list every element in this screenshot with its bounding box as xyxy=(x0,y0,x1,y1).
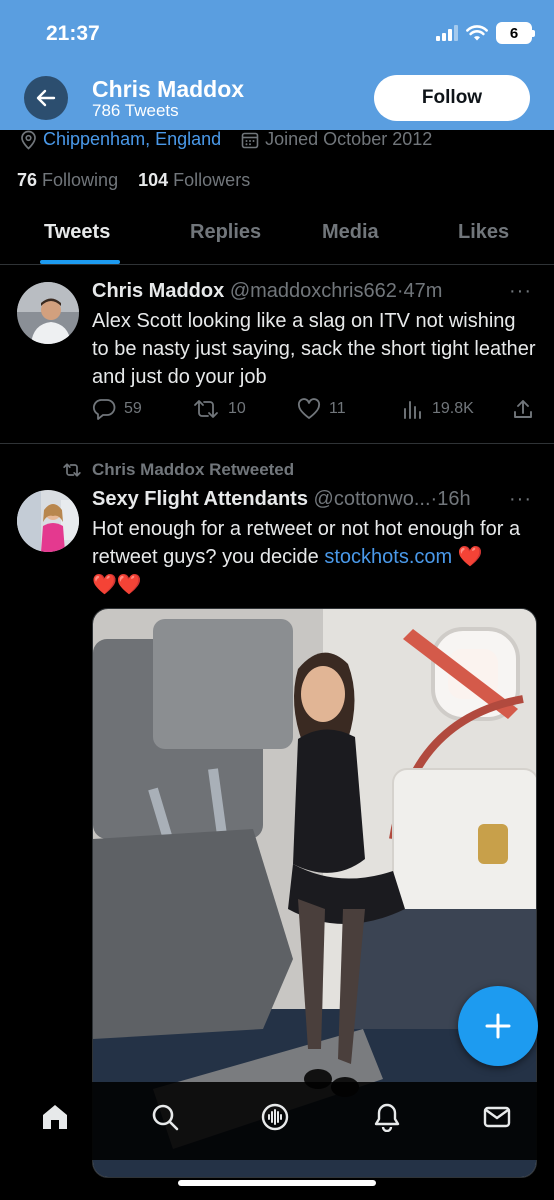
messages-icon xyxy=(483,1106,511,1128)
tweet-author-name[interactable]: Chris Maddox xyxy=(92,280,224,302)
reply-icon xyxy=(92,399,116,420)
follow-button[interactable]: Follow xyxy=(374,75,530,121)
tab-media[interactable]: Media xyxy=(322,221,379,244)
notifications-icon xyxy=(374,1103,400,1132)
tab-tweets[interactable]: Tweets xyxy=(44,221,110,244)
tweet-text-body: Hot enough for a retweet or not hot enou… xyxy=(92,518,521,568)
like-button[interactable]: 11 xyxy=(297,398,346,420)
like-count: 11 xyxy=(329,400,346,417)
home-indicator xyxy=(178,1180,376,1186)
heart-emoji: ❤️❤️ xyxy=(92,574,142,596)
tweet-header: Chris Maddox @maddoxchris662·47m xyxy=(92,280,443,302)
bottom-navigation xyxy=(0,1082,554,1160)
followers-count: 104 xyxy=(138,170,169,190)
nav-search[interactable] xyxy=(148,1100,182,1134)
retweeted-by[interactable]: Chris Maddox Retweeted xyxy=(92,460,294,480)
signal-icon xyxy=(436,25,458,41)
like-icon xyxy=(297,398,321,419)
views-icon xyxy=(404,401,421,419)
tweet-divider xyxy=(0,443,554,444)
search-icon xyxy=(152,1104,179,1131)
reply-count: 59 xyxy=(124,400,142,417)
active-tab-indicator xyxy=(40,260,120,264)
back-arrow-icon xyxy=(36,89,56,107)
tweet-text: Alex Scott looking like a slag on ITV no… xyxy=(92,310,536,388)
following-count: 76 xyxy=(17,170,38,190)
tweet-author-handle[interactable]: @cottonwo... xyxy=(314,488,431,510)
calendar-icon xyxy=(241,132,259,148)
followers-label: Followers xyxy=(173,170,251,190)
location-pin-icon xyxy=(21,130,36,150)
status-icons: 6 xyxy=(436,22,535,44)
retweet-count: 10 xyxy=(228,400,246,417)
profile-name: Chris Maddox xyxy=(92,76,245,102)
more-icon[interactable]: ··· xyxy=(509,280,532,303)
tweet-text: Hot enough for a retweet or not hot enou… xyxy=(92,515,537,599)
more-icon[interactable]: ··· xyxy=(509,488,532,511)
status-time: 21:37 xyxy=(46,22,100,45)
tweet-time: 47m xyxy=(403,280,443,302)
share-button[interactable] xyxy=(512,398,534,420)
heart-emoji: ❤️ xyxy=(457,546,483,568)
profile-location[interactable]: Chippenham, England xyxy=(43,129,221,150)
nav-notifications[interactable] xyxy=(370,1100,404,1134)
battery-indicator: 6 xyxy=(496,22,535,44)
tweet-author-handle[interactable]: @maddoxchris662 xyxy=(230,280,397,302)
followers-link[interactable]: 104 Followers xyxy=(138,170,250,190)
retweet-label: Chris Maddox Retweeted xyxy=(62,460,294,480)
nav-home[interactable] xyxy=(38,1100,72,1134)
spaces-icon xyxy=(261,1103,289,1131)
profile-header: 21:37 6 Chris Maddox 786 Tweets Follow xyxy=(0,0,554,130)
share-icon xyxy=(514,400,532,418)
joined-date: Joined October 2012 xyxy=(265,129,433,149)
tab-likes[interactable]: Likes xyxy=(458,221,509,244)
tweet-time: 16h xyxy=(437,488,471,510)
following-link[interactable]: 76 Following xyxy=(17,170,118,190)
profile-tabs: Tweets Replies Media Likes xyxy=(0,205,554,265)
tweet-author-name[interactable]: Sexy Flight Attendants xyxy=(92,488,308,510)
retweet-button[interactable]: 10 xyxy=(192,398,246,420)
back-button[interactable] xyxy=(24,76,68,120)
views-count: 19.8K xyxy=(432,400,474,417)
tweet-actions: 59 10 11 19.8K xyxy=(92,398,537,424)
retweet-icon xyxy=(194,400,218,418)
views-button[interactable]: 19.8K xyxy=(402,398,474,420)
tweet-link[interactable]: stockhots.com xyxy=(324,546,452,568)
profile-meta: Chippenham, England Joined October 2012 xyxy=(20,129,432,150)
avatar[interactable] xyxy=(17,282,79,344)
avatar[interactable] xyxy=(17,490,79,552)
tab-replies[interactable]: Replies xyxy=(190,221,261,244)
retweet-icon xyxy=(63,463,81,477)
follow-stats: 76 Following 104 Followers xyxy=(17,170,250,191)
reply-button[interactable]: 59 xyxy=(92,398,142,420)
nav-spaces[interactable] xyxy=(258,1100,292,1134)
tweet-count: 786 Tweets xyxy=(92,101,179,120)
plus-icon xyxy=(485,1013,511,1039)
tweet-header: Sexy Flight Attendants @cottonwo...·16h xyxy=(92,488,471,510)
wifi-icon xyxy=(466,24,488,40)
home-icon xyxy=(43,1105,67,1129)
following-label: Following xyxy=(42,170,119,190)
nav-messages[interactable] xyxy=(480,1100,514,1134)
compose-tweet-button[interactable] xyxy=(458,986,538,1066)
